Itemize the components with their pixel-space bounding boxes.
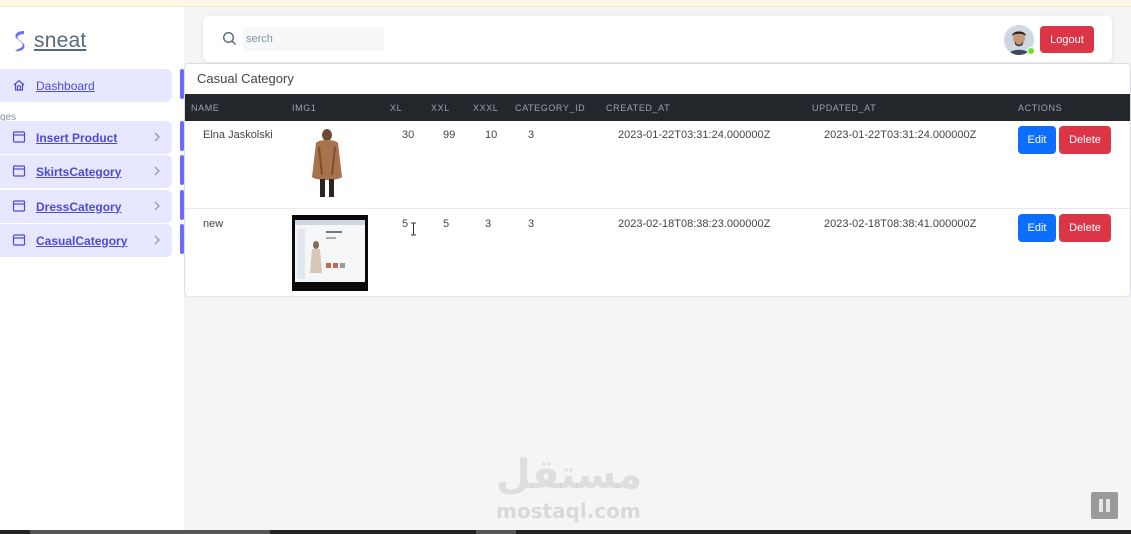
edit-button[interactable]: Edit xyxy=(1018,214,1056,242)
home-icon xyxy=(13,79,25,91)
column-header-img1: IMG1 xyxy=(292,103,317,113)
column-header-actions: ACTIONS xyxy=(1018,103,1063,113)
chevron-right-icon xyxy=(154,166,160,176)
table-row: new 5 5 3 3 2023-02-18T08:38:23.000000Z … xyxy=(185,209,1130,297)
watermark-logo: مستقل xyxy=(496,452,643,498)
column-header-xxxl: XXXL xyxy=(473,103,499,113)
sneat-logo-icon xyxy=(15,31,25,52)
top-notification-strip xyxy=(0,0,1131,7)
delete-button[interactable]: Delete xyxy=(1059,126,1111,154)
pause-icon-bar xyxy=(1106,499,1110,512)
text-cursor-icon xyxy=(411,222,416,236)
edit-button[interactable]: Edit xyxy=(1018,126,1056,154)
delete-button[interactable]: Delete xyxy=(1059,214,1111,242)
search-input[interactable] xyxy=(243,27,384,51)
sidebar-item-insert-product[interactable]: Insert Product xyxy=(0,121,172,154)
taskbar-segment xyxy=(30,530,270,534)
cell-xxxl: 10 xyxy=(485,129,498,141)
window-icon xyxy=(12,234,26,246)
taskbar-segment xyxy=(476,530,516,534)
logout-button[interactable]: Logout xyxy=(1040,26,1094,53)
cell-created-at: 2023-02-18T08:38:23.000000Z xyxy=(618,218,771,230)
table-header: NAME IMG1 XL XXL XXXL CATEGORY_ID CREATE… xyxy=(185,94,1130,121)
cell-updated-at: 2023-02-18T08:38:41.000000Z xyxy=(824,218,977,230)
cell-xl: 5 xyxy=(402,218,409,230)
brand-name: sneat xyxy=(34,29,87,52)
product-image xyxy=(292,215,368,291)
table-row: Elna Jaskolski 30 99 10 3 2023-01-22T03:… xyxy=(185,121,1130,209)
window-icon xyxy=(12,200,26,212)
cell-category-id: 3 xyxy=(528,129,535,141)
column-header-name: NAME xyxy=(191,103,220,113)
sidebar-item-dashboard[interactable]: Dashboard xyxy=(0,69,172,102)
cell-name: Elna Jaskolski xyxy=(203,129,273,141)
window-icon xyxy=(12,165,26,177)
sidebar-item-label: CasualCategory xyxy=(36,233,128,248)
cell-xl: 30 xyxy=(402,129,415,141)
cell-xxl: 99 xyxy=(443,129,456,141)
pause-icon xyxy=(1099,499,1103,512)
chevron-right-icon xyxy=(154,235,160,245)
column-header-xxl: XXL xyxy=(431,103,450,113)
chevron-right-icon xyxy=(154,132,160,142)
sidebar: sneat Dashboard ges Insert Product Skirt… xyxy=(0,7,184,530)
sidebar-item-casual-category[interactable]: CasualCategory xyxy=(0,224,172,257)
top-navbar: Logout xyxy=(203,16,1112,62)
cell-xxl: 5 xyxy=(443,218,450,230)
chevron-right-icon xyxy=(154,201,160,211)
product-image xyxy=(307,127,347,203)
cell-name: new xyxy=(203,218,224,230)
column-header-category-id: CATEGORY_ID xyxy=(515,103,586,113)
sidebar-item-skirts-category[interactable]: SkirtsCategory xyxy=(0,155,172,188)
pause-button[interactable] xyxy=(1091,492,1118,519)
card-title: Casual Category xyxy=(197,71,294,86)
watermark-url: mostaql.com xyxy=(496,499,641,523)
sidebar-item-dress-category[interactable]: DressCategory xyxy=(0,190,172,223)
search-icon xyxy=(222,31,237,46)
sidebar-item-label: DressCategory xyxy=(36,199,122,214)
sidebar-item-label: Insert Product xyxy=(36,130,118,145)
cell-xxxl: 3 xyxy=(485,218,492,230)
cell-category-id: 3 xyxy=(528,218,535,230)
window-icon xyxy=(12,131,26,143)
column-header-created-at: CREATED_AT xyxy=(606,103,671,113)
online-status-dot xyxy=(1027,47,1035,55)
sidebar-item-label: Dashboard xyxy=(36,78,95,93)
sidebar-item-label: SkirtsCategory xyxy=(36,164,122,179)
brand[interactable]: sneat xyxy=(12,29,86,53)
cell-updated-at: 2023-01-22T03:31:24.000000Z xyxy=(824,129,977,141)
column-header-xl: XL xyxy=(390,103,403,113)
casual-category-card: Casual Category NAME IMG1 XL XXL XXXL CA… xyxy=(184,63,1131,297)
cell-created-at: 2023-01-22T03:31:24.000000Z xyxy=(618,129,771,141)
column-header-updated-at: UPDATED_AT xyxy=(812,103,877,113)
